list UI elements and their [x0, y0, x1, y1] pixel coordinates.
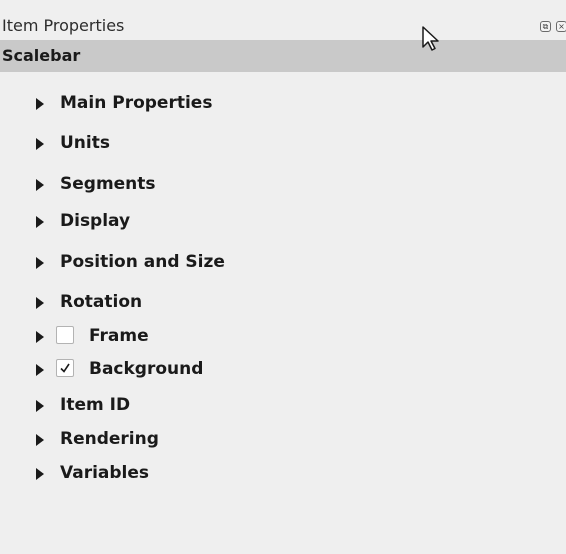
item-type-label: Scalebar: [2, 46, 81, 65]
expand-arrow-icon[interactable]: [36, 434, 44, 446]
expand-arrow-icon[interactable]: [36, 98, 44, 110]
expand-arrow-icon[interactable]: [36, 331, 44, 343]
section-label: Segments: [60, 174, 156, 194]
section-label: Rendering: [60, 429, 159, 449]
expand-arrow-icon[interactable]: [36, 257, 44, 269]
section-rendering[interactable]: Rendering: [8, 426, 548, 452]
expand-arrow-icon[interactable]: [36, 468, 44, 480]
expand-arrow-icon[interactable]: [36, 400, 44, 412]
properties-content: Main Properties Units Segments Display P…: [8, 72, 566, 554]
section-label: Background: [89, 359, 204, 379]
section-segments[interactable]: Segments: [8, 171, 548, 197]
section-position-and-size[interactable]: Position and Size: [8, 249, 548, 275]
expand-arrow-icon[interactable]: [36, 138, 44, 150]
section-label: Frame: [89, 326, 149, 346]
section-label: Display: [60, 211, 131, 231]
section-label: Main Properties: [60, 93, 213, 113]
check-icon: [60, 363, 70, 373]
frame-checkbox[interactable]: [56, 326, 74, 344]
section-display[interactable]: Display: [8, 208, 548, 234]
expand-arrow-icon[interactable]: [36, 364, 44, 376]
section-rotation[interactable]: Rotation: [8, 289, 548, 315]
section-label: Units: [60, 133, 110, 153]
section-main-properties[interactable]: Main Properties: [8, 90, 548, 116]
mouse-pointer-icon: [422, 26, 439, 51]
section-label: Rotation: [60, 292, 143, 312]
close-panel-icon[interactable]: ×: [556, 21, 566, 32]
expand-arrow-icon[interactable]: [36, 216, 44, 228]
section-item-id[interactable]: Item ID: [8, 392, 548, 418]
section-label: Position and Size: [60, 252, 225, 272]
section-background[interactable]: Background: [8, 356, 548, 382]
section-units[interactable]: Units: [8, 130, 548, 156]
expand-arrow-icon[interactable]: [36, 179, 44, 191]
section-label: Item ID: [60, 395, 131, 415]
background-checkbox[interactable]: [56, 359, 74, 377]
section-label: Variables: [60, 463, 150, 483]
item-type-header: Scalebar: [0, 40, 566, 72]
panel-title: Item Properties: [2, 16, 125, 35]
section-variables[interactable]: Variables: [8, 460, 548, 486]
panel-titlebar: Item Properties ⧉ ×: [0, 0, 566, 40]
float-panel-icon[interactable]: ⧉: [540, 21, 551, 32]
expand-arrow-icon[interactable]: [36, 297, 44, 309]
section-frame[interactable]: Frame: [8, 323, 548, 349]
